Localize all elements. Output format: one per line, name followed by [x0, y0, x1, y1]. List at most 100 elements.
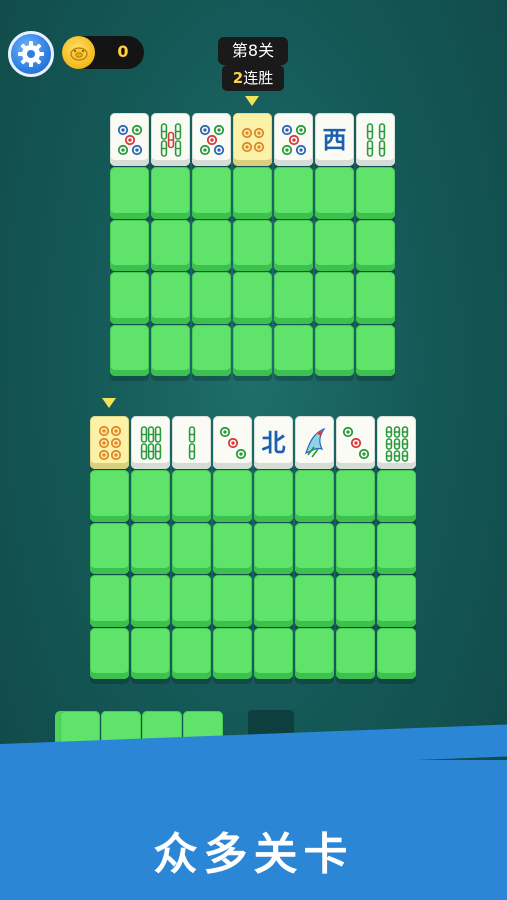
- win-streak-label: 2连胜: [222, 65, 284, 91]
- bottom-board-face-tile[interactable]: [376, 415, 417, 469]
- tile-back: [233, 324, 272, 376]
- tile-back: [131, 575, 170, 627]
- coin-count: 0: [117, 42, 129, 61]
- bottom-board-hidden-tile: [253, 522, 294, 574]
- tile-back: [356, 167, 395, 219]
- tile-back: [151, 219, 190, 271]
- top-board-hidden-tile: [150, 166, 191, 219]
- wind-tile-label: 北: [261, 428, 286, 457]
- top-board-hidden-tile: [355, 324, 396, 376]
- tile-face: [233, 113, 272, 166]
- top-board-hidden-tile: [109, 166, 150, 219]
- top-board-hidden-tile: [191, 271, 232, 324]
- top-board-hidden-tile: [109, 324, 150, 376]
- tile-back: [233, 272, 272, 324]
- tile-back: [131, 627, 170, 679]
- bottom-board-hidden-tile: [335, 574, 376, 627]
- tile-back: [213, 627, 252, 679]
- bottom-board-hidden-tile: [294, 627, 335, 679]
- tile-back: [295, 522, 334, 574]
- tile-back: [274, 324, 313, 376]
- top-board-face-tile[interactable]: [109, 112, 150, 166]
- coin-counter: 0: [62, 36, 144, 69]
- top-board-hidden-tile: [150, 219, 191, 271]
- bottom-board-hidden-tile: [212, 469, 253, 522]
- top-board-hidden-tile: [109, 271, 150, 324]
- tile-back: [377, 575, 416, 627]
- tile-back: [90, 522, 129, 574]
- dots-5-icon: [117, 124, 142, 155]
- tile-back: [377, 522, 416, 574]
- bottom-board-hidden-tile: [294, 469, 335, 522]
- tile-back: [274, 272, 313, 324]
- top-board-hidden-tile: [191, 219, 232, 271]
- bottom-board-face-tile[interactable]: [212, 415, 253, 469]
- settings-button[interactable]: [8, 31, 54, 77]
- tile-back: [295, 575, 334, 627]
- dots-3-icon: [219, 426, 246, 459]
- tile-back: [213, 522, 252, 574]
- top-board-hidden-tile: [109, 219, 150, 271]
- tile-back: [233, 219, 272, 271]
- level-label: 第8关: [218, 37, 288, 65]
- tile-back: [254, 470, 293, 522]
- bottom-board-face-tile[interactable]: 北: [253, 415, 294, 469]
- bottom-board-hidden-tile: [212, 627, 253, 679]
- tile-back: [254, 575, 293, 627]
- tile-back: [90, 627, 129, 679]
- tile-face: [336, 416, 375, 469]
- bottom-board-hidden-tile: [335, 627, 376, 679]
- tile-back: [336, 470, 375, 522]
- dots-5-icon: [281, 124, 306, 155]
- bottom-board-hidden-tile: [89, 522, 130, 574]
- bottom-board-marker: [102, 398, 116, 408]
- bottom-board-hidden-tile: [89, 627, 130, 679]
- tile-back: [274, 219, 313, 271]
- bottom-board-hidden-tile: [171, 574, 212, 627]
- bottom-board-hidden-tile: [376, 522, 417, 574]
- top-board-hidden-tile: [150, 271, 191, 324]
- tile-back: [336, 627, 375, 679]
- top-board-face-tile[interactable]: [150, 112, 191, 166]
- bottom-board-hidden-tile: [253, 627, 294, 679]
- bottom-board-face-tile[interactable]: [89, 415, 130, 469]
- top-board-face-tile[interactable]: [355, 112, 396, 166]
- tile-back: [172, 470, 211, 522]
- win-streak-text: 连胜: [243, 69, 274, 87]
- top-board-hidden-tile: [314, 219, 355, 271]
- top-board-face-tile[interactable]: [191, 112, 232, 166]
- tile-back: [110, 272, 149, 324]
- tile-back: [90, 575, 129, 627]
- top-board-face-tile[interactable]: 西: [314, 112, 355, 166]
- bottom-board-face-tile[interactable]: [294, 415, 335, 469]
- tile-back: [377, 470, 416, 522]
- tile-back: [315, 219, 354, 271]
- tile-face: [295, 416, 334, 469]
- tile-face: [110, 113, 149, 166]
- bottom-board-hidden-tile: [376, 469, 417, 522]
- dots-3-icon: [342, 426, 369, 459]
- tile-back: [172, 627, 211, 679]
- tile-back: [356, 324, 395, 376]
- bottom-board-hidden-tile: [294, 574, 335, 627]
- tile-back: [213, 470, 252, 522]
- bottom-board-hidden-tile: [171, 469, 212, 522]
- win-streak-count: 2: [232, 69, 244, 87]
- top-board-face-tile[interactable]: [232, 112, 273, 166]
- tile-face: [274, 113, 313, 166]
- tile-back: [192, 272, 231, 324]
- top-board-hidden-tile: [314, 271, 355, 324]
- tile-back: [254, 627, 293, 679]
- bottom-board-hidden-tile: [335, 469, 376, 522]
- tile-back: [110, 219, 149, 271]
- top-board-hidden-tile: [232, 271, 273, 324]
- pig-coin-icon: [62, 36, 95, 69]
- tile-face: [356, 113, 395, 166]
- top-board-face-tile[interactable]: [273, 112, 314, 166]
- tile-back: [131, 470, 170, 522]
- bottom-board-face-tile[interactable]: [130, 415, 171, 469]
- gear-icon: [18, 41, 44, 67]
- bottom-board-hidden-tile: [253, 469, 294, 522]
- bottom-board-face-tile[interactable]: [335, 415, 376, 469]
- bottom-board-face-tile[interactable]: [171, 415, 212, 469]
